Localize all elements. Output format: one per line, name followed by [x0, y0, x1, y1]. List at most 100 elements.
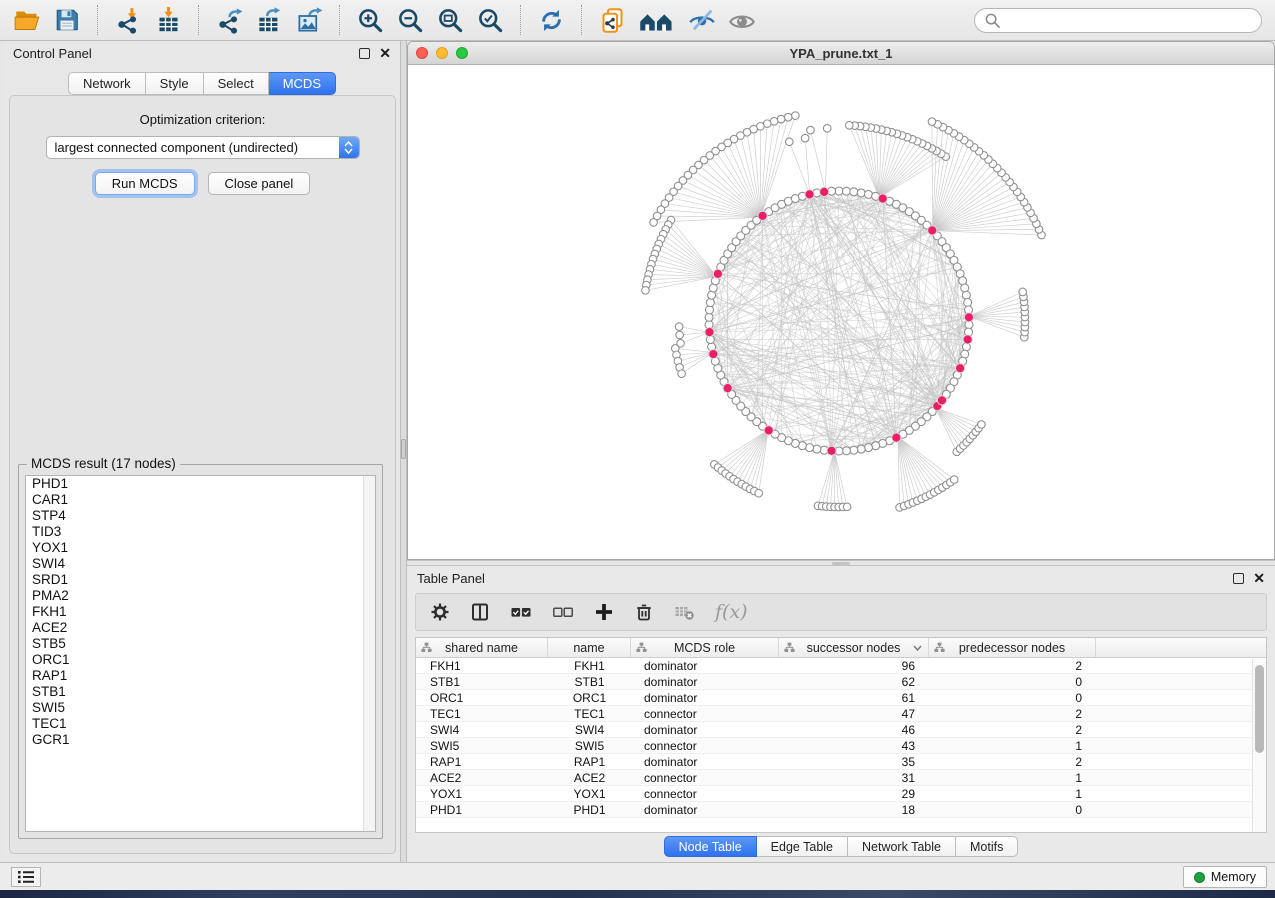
mcds-result-item[interactable]: YOX1: [26, 540, 375, 556]
open-file-button[interactable]: [10, 4, 44, 36]
import-network-button[interactable]: [111, 4, 145, 36]
mcds-result-item[interactable]: GCR1: [26, 732, 375, 748]
run-mcds-button[interactable]: Run MCDS: [95, 172, 195, 195]
hide-graphics-details-button[interactable]: [685, 4, 719, 36]
mcds-result-item[interactable]: SRD1: [26, 572, 375, 588]
mcds-result-item[interactable]: FKH1: [26, 604, 375, 620]
list-scrollbar[interactable]: [363, 476, 375, 831]
mcds-result-list[interactable]: PHD1CAR1STP4TID3YOX1SWI4SRD1PMA2FKH1ACE2…: [25, 475, 376, 832]
mcds-result-item[interactable]: SWI5: [26, 700, 375, 716]
table-row[interactable]: YOX1YOX1connector291: [416, 786, 1266, 802]
network-home-button[interactable]: [635, 4, 679, 36]
table-row[interactable]: TEC1TEC1connector472: [416, 706, 1266, 722]
mcds-result-item[interactable]: SWI4: [26, 556, 375, 572]
mcds-result-item[interactable]: PHD1: [26, 476, 375, 492]
show-log-button[interactable]: [11, 867, 41, 887]
list-icon: [17, 870, 35, 884]
node-table-body: FKH1FKH1dominator962STB1STB1dominator620…: [416, 658, 1266, 818]
column-header-name[interactable]: name: [548, 638, 631, 657]
zoom-selected-button[interactable]: [473, 4, 507, 36]
float-panel-icon[interactable]: [359, 48, 370, 59]
table-row[interactable]: RAP1RAP1dominator352: [416, 754, 1266, 770]
import-network-icon: [115, 7, 142, 34]
scrollbar-thumb[interactable]: [1255, 665, 1264, 753]
table-cell: RAP1: [416, 755, 548, 769]
table-row[interactable]: PHD1PHD1dominator180: [416, 802, 1266, 818]
export-image-button[interactable]: [292, 4, 326, 36]
table-row[interactable]: FKH1FKH1dominator962: [416, 658, 1266, 674]
zoom-out-icon: [397, 7, 424, 34]
export-table-button[interactable]: [252, 4, 286, 36]
tab-network-table[interactable]: Network Table: [848, 836, 956, 857]
network-window-titlebar[interactable]: YPA_prune.txt_1: [408, 42, 1274, 65]
mcds-result-item[interactable]: ORC1: [26, 652, 375, 668]
table-cell: PHD1: [548, 803, 631, 817]
zoom-fit-button[interactable]: [433, 4, 467, 36]
control-panel-tabbar: Network Style Select MCDS: [4, 72, 400, 95]
column-header-successor-nodes[interactable]: successor nodes: [779, 638, 929, 657]
show-columns-icon[interactable]: [470, 602, 490, 622]
eye-icon: [728, 6, 756, 34]
mcds-result-item[interactable]: STB1: [26, 684, 375, 700]
mcds-result-item[interactable]: RAP1: [26, 668, 375, 684]
zoom-in-button[interactable]: [353, 4, 387, 36]
table-scrollbar[interactable]: [1252, 659, 1266, 832]
table-row[interactable]: ORC1ORC1dominator610: [416, 690, 1266, 706]
mcds-result-item[interactable]: TEC1: [26, 716, 375, 732]
function-builder-icon: f(x): [715, 601, 748, 623]
table-row[interactable]: ACE2ACE2connector311: [416, 770, 1266, 786]
table-cell: SWI4: [548, 723, 631, 737]
mcds-result-item[interactable]: PMA2: [26, 588, 375, 604]
open-folder-icon: [14, 7, 41, 34]
tab-node-table[interactable]: Node Table: [664, 836, 757, 857]
network-canvas[interactable]: [408, 65, 1275, 560]
export-network-button[interactable]: [212, 4, 246, 36]
table-cell: 1: [929, 739, 1096, 753]
clone-network-button[interactable]: [595, 4, 629, 36]
import-table-button[interactable]: [151, 4, 185, 36]
save-session-button[interactable]: [50, 4, 84, 36]
column-header-shared-name[interactable]: shared name: [416, 638, 548, 657]
splitter-handle[interactable]: [832, 562, 850, 565]
table-cell: dominator: [631, 755, 779, 769]
float-panel-icon[interactable]: [1233, 573, 1244, 584]
table-row[interactable]: SWI5SWI5connector431: [416, 738, 1266, 754]
tab-motifs[interactable]: Motifs: [956, 836, 1018, 857]
create-column-icon[interactable]: [594, 602, 614, 622]
tab-mcds[interactable]: MCDS: [269, 72, 336, 95]
column-header-MCDS-role[interactable]: MCDS role: [631, 638, 779, 657]
birds-eye-view-button[interactable]: [725, 4, 759, 36]
deselect-all-rows-icon[interactable]: [552, 602, 574, 622]
tab-style[interactable]: Style: [146, 72, 204, 95]
close-panel-button[interactable]: Close panel: [208, 172, 311, 195]
table-row[interactable]: STB1STB1dominator620: [416, 674, 1266, 690]
mcds-result-item[interactable]: ACE2: [26, 620, 375, 636]
memory-button[interactable]: Memory: [1183, 866, 1267, 888]
select-all-rows-icon[interactable]: [510, 602, 532, 622]
zoom-out-button[interactable]: [393, 4, 427, 36]
import-table-icon: [155, 7, 182, 34]
mcds-result-title: MCDS result (17 nodes): [27, 456, 180, 471]
table-cell: SWI5: [548, 739, 631, 753]
apply-layout-button[interactable]: [534, 4, 568, 36]
mcds-result-item[interactable]: STB5: [26, 636, 375, 652]
column-header-predecessor-nodes[interactable]: predecessor nodes: [929, 638, 1096, 657]
splitter-handle[interactable]: [401, 439, 406, 459]
mcds-result-item[interactable]: TID3: [26, 524, 375, 540]
close-panel-icon[interactable]: ✕: [1253, 573, 1265, 584]
mcds-result-item[interactable]: STP4: [26, 508, 375, 524]
table-cell: ACE2: [416, 771, 548, 785]
toolbar-separator: [581, 5, 582, 35]
panel-splitter-vertical[interactable]: [400, 41, 407, 862]
tab-select[interactable]: Select: [204, 72, 269, 95]
table-mode-gear-icon[interactable]: [430, 602, 450, 622]
close-panel-icon[interactable]: ✕: [379, 48, 391, 59]
tab-edge-table[interactable]: Edge Table: [757, 836, 848, 857]
mcds-result-item[interactable]: CAR1: [26, 492, 375, 508]
search-input[interactable]: [1006, 13, 1251, 28]
criterion-dropdown[interactable]: largest connected component (undirected): [46, 136, 360, 159]
tab-network[interactable]: Network: [68, 72, 146, 95]
search-field[interactable]: [974, 8, 1262, 33]
delete-columns-icon[interactable]: [634, 602, 654, 622]
table-row[interactable]: SWI4SWI4dominator462: [416, 722, 1266, 738]
